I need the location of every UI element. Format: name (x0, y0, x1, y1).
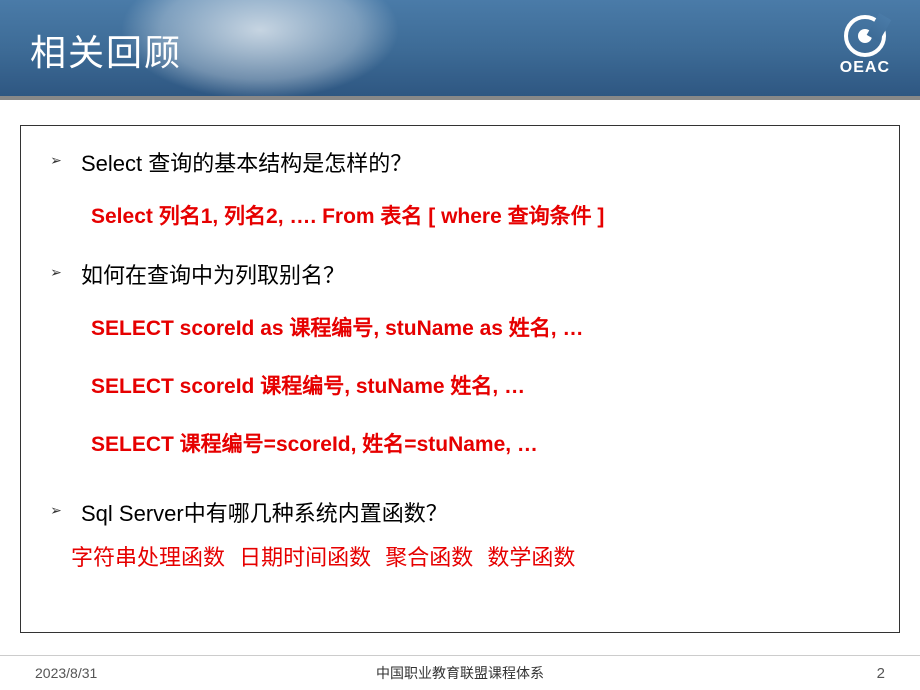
answer-3: 字符串处理函数 日期时间函数 聚合函数 数学函数 (71, 540, 889, 572)
slide-title: 相关回顾 (30, 24, 182, 76)
bullet-icon: ➢ (31, 496, 81, 519)
bullet-item: ➢ Select 查询的基本结构是怎样的？ (31, 146, 889, 178)
footer-center-text: 中国职业教育联盟课程体系 (376, 663, 544, 683)
question-1: Select 查询的基本结构是怎样的？ (81, 146, 889, 178)
bullet-item: ➢ 如何在查询中为列取别名？ (31, 258, 889, 290)
question-3: Sql Server中有哪几种系统内置函数？ (81, 496, 889, 528)
footer-date: 2023/8/31 (35, 665, 97, 681)
content-box: ➢ Select 查询的基本结构是怎样的？ Select 列名1, 列名2, …… (20, 125, 900, 633)
slide-header: 相关回顾 OEAC (0, 0, 920, 100)
bullet-icon: ➢ (31, 258, 81, 281)
logo-text: OEAC (840, 59, 890, 77)
answer-2-1: SELECT scoreId as 课程编号, stuName as 姓名, … (91, 312, 889, 342)
spacer (31, 486, 889, 496)
slide-footer: 2023/8/31 中国职业教育联盟课程体系 2 (0, 655, 920, 690)
header-divider (0, 96, 920, 100)
footer-page-number: 2 (877, 665, 885, 682)
bullet-item: ➢ Sql Server中有哪几种系统内置函数？ (31, 496, 889, 528)
answer-1: Select 列名1, 列名2, …. From 表名 [ where 查询条件… (91, 200, 889, 230)
logo-area: OEAC (840, 15, 890, 77)
bullet-icon: ➢ (31, 146, 81, 169)
oeac-logo-icon (844, 15, 886, 57)
answer-2-3: SELECT 课程编号=scoreId, 姓名=stuName, … (91, 428, 889, 458)
answer-2-2: SELECT scoreId 课程编号, stuName 姓名, … (91, 370, 889, 400)
question-2: 如何在查询中为列取别名？ (81, 258, 889, 290)
